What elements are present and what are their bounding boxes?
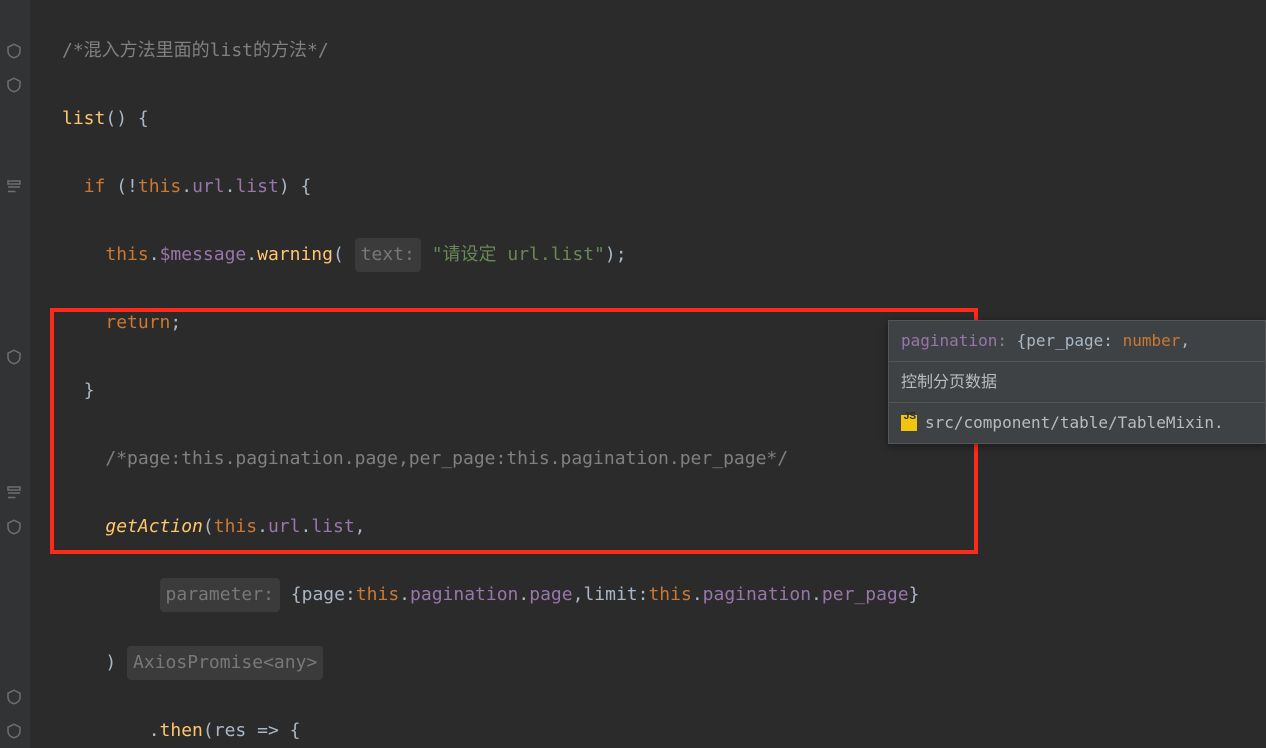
doc-file-path: src/component/table/TableMixin. [925,409,1224,437]
code-line[interactable]: parameter: {page:this.pagination.page,li… [62,578,1266,612]
gutter-icon[interactable] [5,42,23,60]
code-line[interactable]: .then(res => { [62,714,1266,748]
doc-signature: pagination: {per_page: number, [889,321,1265,361]
quick-doc-popup[interactable]: pagination: {per_page: number, 控制分页数据 JS… [888,320,1266,444]
gutter-icon[interactable] [5,76,23,94]
code-line[interactable]: ) AxiosPromise<any> [62,646,1266,680]
code-line[interactable]: list() { [62,102,1266,136]
code-line[interactable]: this.$message.warning( text: "请设定 url.li… [62,238,1266,272]
editor-viewport: /*混入方法里面的list的方法*/ list() { if (!this.ur… [0,0,1266,748]
code-line[interactable]: getAction(this.url.list, [62,510,1266,544]
code-line[interactable]: /*page:this.pagination.page,per_page:thi… [62,442,1266,476]
js-file-icon: JS [901,415,917,431]
doc-description: 控制分页数据 [889,361,1265,402]
gutter-icon[interactable] [5,484,23,502]
gutter-icon[interactable] [5,518,23,536]
code-line[interactable]: /*混入方法里面的list的方法*/ [62,34,1266,68]
gutter-icon[interactable] [5,722,23,740]
gutter-icon[interactable] [5,178,23,196]
doc-file-location[interactable]: JS src/component/table/TableMixin. [889,402,1265,443]
gutter [0,0,30,748]
gutter-icon[interactable] [5,688,23,706]
code-line[interactable]: if (!this.url.list) { [62,170,1266,204]
gutter-icon[interactable] [5,348,23,366]
